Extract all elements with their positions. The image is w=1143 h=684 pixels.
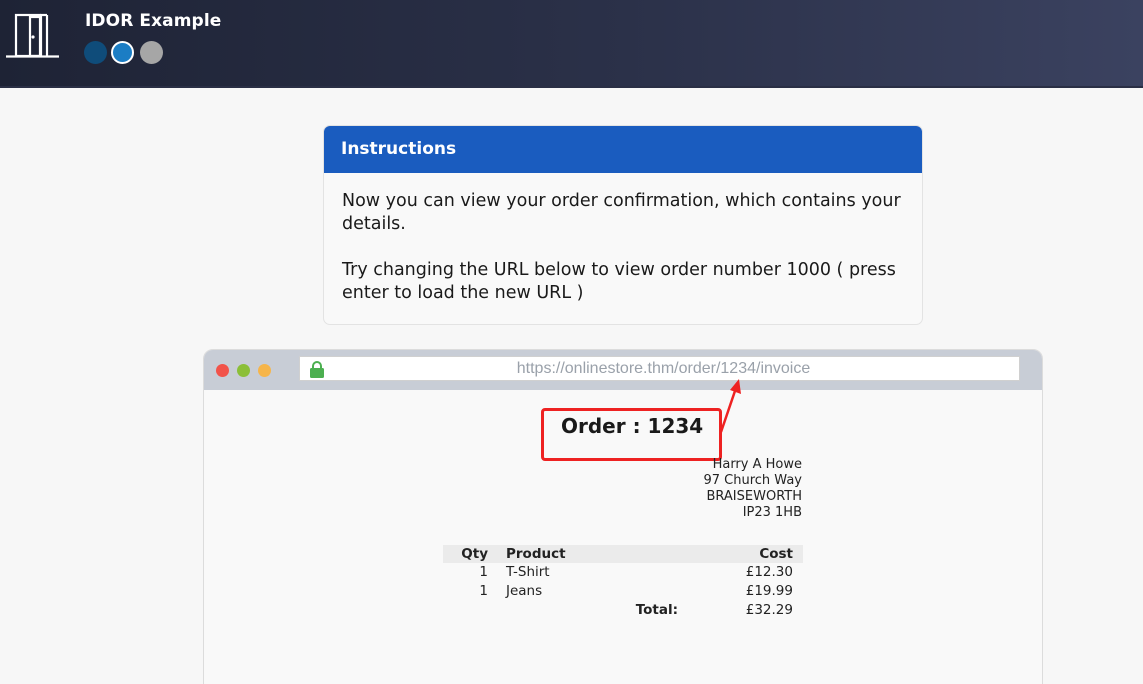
step-indicator-3[interactable] (140, 41, 163, 64)
url-input[interactable]: https://onlinestore.thm/order/1234/invoi… (299, 356, 1020, 381)
instructions-paragraph: Now you can view your order confirmation… (342, 191, 901, 234)
total-row: Total: £32.29 (443, 601, 803, 620)
invoice-table: Qty Product Cost 1 T-Shirt £12.30 1 Jean… (443, 545, 803, 620)
column-header-cost: Cost (688, 545, 803, 563)
step-indicator-2-current[interactable] (111, 41, 134, 64)
column-header-qty: Qty (443, 545, 488, 563)
table-row: 1 T-Shirt £12.30 (443, 563, 803, 582)
cell-cost: £12.30 (745, 564, 793, 580)
cell-qty: 1 (479, 583, 488, 599)
cell-cost: £19.99 (745, 583, 793, 599)
app-title: IDOR Example (85, 11, 222, 31)
instructions-panel: Instructions Now you can view your order… (323, 125, 923, 325)
table-row: 1 Jeans £19.99 (443, 582, 803, 601)
instructions-paragraph: Try changing the URL below to view order… (342, 260, 896, 303)
lock-icon (310, 361, 324, 378)
address-line: BRAISEWORTH (706, 489, 802, 504)
address-line: IP23 1HB (742, 505, 802, 520)
table-header-row: Qty Product Cost (443, 545, 803, 563)
cell-qty: 1 (479, 564, 488, 580)
cell-product: T-Shirt (506, 564, 550, 580)
column-header-product: Product (488, 545, 688, 563)
address-line: Harry A Howe (712, 457, 802, 472)
browser-window: https://onlinestore.thm/order/1234/invoi… (203, 349, 1043, 684)
customer-address: Harry A Howe 97 Church Way BRAISEWORTH I… (704, 457, 803, 521)
instructions-body: Now you can view your order confirmation… (324, 173, 922, 305)
minimize-window-dot (237, 364, 250, 377)
browser-toolbar: https://onlinestore.thm/order/1234/invoi… (204, 350, 1042, 390)
step-indicator-1[interactable] (84, 41, 107, 64)
close-window-dot (216, 364, 229, 377)
maximize-window-dot (258, 364, 271, 377)
total-label: Total: (635, 602, 678, 618)
cell-product: Jeans (506, 583, 543, 599)
instructions-header: Instructions (324, 126, 922, 173)
door-icon (6, 13, 59, 58)
order-number-title: Order : 1234 (561, 414, 704, 438)
address-line: 97 Church Way (703, 473, 803, 488)
total-value: £32.29 (745, 602, 793, 618)
top-bar: IDOR Example (0, 0, 1143, 88)
